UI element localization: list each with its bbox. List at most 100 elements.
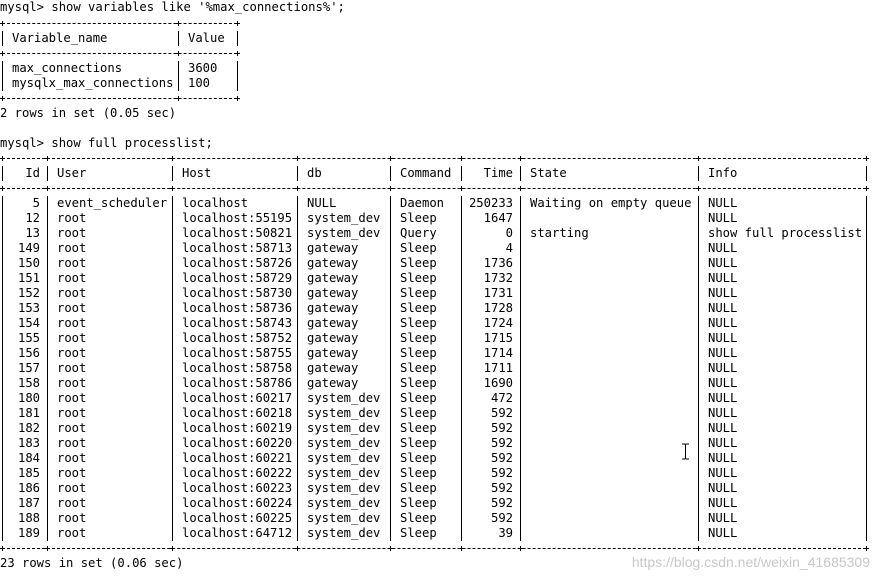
table-cell: localhost:60218 [182, 406, 293, 420]
table-cell: Sleep [400, 301, 437, 315]
table-cell: root [57, 526, 87, 540]
table-cell: localhost:58752 [182, 331, 293, 345]
table-cell: root [57, 376, 87, 390]
table-cell: root [57, 436, 87, 450]
table-cell: 4 [505, 241, 513, 255]
table-cell: root [57, 226, 87, 240]
table-cell: 12 [25, 211, 40, 225]
result-summary-1: 2 rows in set (0.05 sec) [0, 106, 177, 120]
table-cell: 1714 [483, 346, 513, 360]
table-cell: Sleep [400, 346, 437, 360]
table-cell: NULL [307, 196, 337, 210]
table-corner [518, 546, 523, 551]
table-cell: NULL [708, 421, 738, 435]
table-separator [2, 98, 237, 99]
table-cell: localhost:58730 [182, 286, 293, 300]
table-cell: NULL [708, 331, 738, 345]
table-cell: Sleep [400, 496, 437, 510]
table-corner [518, 186, 523, 191]
table-corner [235, 51, 240, 56]
table-cell: Sleep [400, 436, 437, 450]
table-corner [0, 96, 5, 101]
command-line-1: mysql> show variables like '%max_connect… [0, 0, 345, 15]
table-border [237, 61, 238, 91]
table-separator [2, 53, 237, 54]
table-border [297, 166, 298, 181]
table-cell: 1732 [483, 271, 513, 285]
table-border [172, 166, 173, 181]
table-corner [459, 156, 464, 161]
table-border [237, 31, 238, 46]
watermark-text: https://blog.csdn.net/weixin_41685309 [631, 554, 870, 570]
table-cell: localhost:55195 [182, 211, 293, 225]
table-cell: localhost:58758 [182, 361, 293, 375]
table-cell: 183 [17, 436, 40, 450]
table-cell: 186 [17, 481, 40, 495]
table-cell: localhost:60217 [182, 391, 293, 405]
table-cell: system_dev [307, 211, 381, 225]
table-cell: localhost:58713 [182, 241, 293, 255]
column-header: Variable_name [12, 31, 108, 45]
table-border [520, 166, 521, 181]
table-cell: NULL [708, 241, 738, 255]
table-border [2, 61, 3, 91]
table-cell: Sleep [400, 361, 437, 375]
table-corner [235, 96, 240, 101]
table-corner [459, 186, 464, 191]
table-cell: 151 [17, 271, 40, 285]
table-cell: 150 [17, 256, 40, 270]
table-cell: gateway [307, 346, 359, 360]
table-separator [2, 548, 866, 549]
table-cell: root [57, 301, 87, 315]
table-cell: root [57, 316, 87, 330]
table-cell: root [57, 361, 87, 375]
table-cell: 592 [490, 511, 513, 525]
table-corner [45, 156, 50, 161]
table-cell: 1731 [483, 286, 513, 300]
column-header: Id [25, 166, 40, 180]
table-cell: Sleep [400, 481, 437, 495]
table-cell: system_dev [307, 406, 381, 420]
table-cell: localhost:60220 [182, 436, 293, 450]
table-border [461, 166, 462, 181]
table-cell: 1711 [483, 361, 513, 375]
column-header: User [57, 166, 87, 180]
table-cell: root [57, 391, 87, 405]
table-cell: gateway [307, 286, 359, 300]
table-cell: 156 [17, 346, 40, 360]
table-border [297, 196, 298, 541]
table-corner [696, 156, 701, 161]
table-cell: root [57, 481, 87, 495]
table-cell: 592 [490, 451, 513, 465]
table-cell: localhost:60219 [182, 421, 293, 435]
table-border [47, 166, 48, 181]
table-separator [2, 23, 237, 24]
table-cell: system_dev [307, 511, 381, 525]
table-border [390, 166, 391, 181]
column-header: Command [400, 166, 452, 180]
table-cell: 154 [17, 316, 40, 330]
column-header: Value [188, 31, 225, 45]
table-border [866, 196, 867, 541]
table-cell: root [57, 346, 87, 360]
table-corner [176, 21, 181, 26]
table-cell: 472 [490, 391, 513, 405]
prompt: mysql> [0, 0, 45, 14]
table-cell: 592 [490, 421, 513, 435]
table-cell: root [57, 511, 87, 525]
terminal-output[interactable]: mysql> show variables like '%max_connect… [0, 0, 878, 578]
table-corner [45, 186, 50, 191]
table-cell: Daemon [400, 196, 445, 210]
table-cell: system_dev [307, 226, 381, 240]
table-cell: system_dev [307, 421, 381, 435]
table-border [390, 196, 391, 541]
table-cell: mysqlx_max_connections [12, 76, 174, 90]
table-cell: 149 [17, 241, 40, 255]
table-cell: 188 [17, 511, 40, 525]
table-cell: NULL [708, 391, 738, 405]
table-cell: root [57, 286, 87, 300]
table-cell: localhost:58729 [182, 271, 293, 285]
table-border [172, 196, 173, 541]
table-cell: 155 [17, 331, 40, 345]
text-cursor-icon [682, 443, 689, 460]
